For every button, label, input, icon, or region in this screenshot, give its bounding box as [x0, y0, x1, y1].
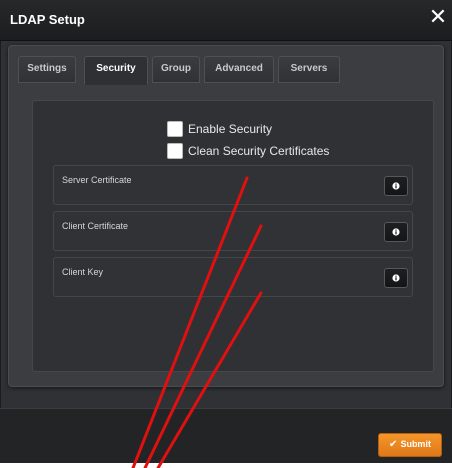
title-bar: LDAP Setup ✕	[0, 0, 452, 41]
tab-servers[interactable]: Servers	[278, 56, 340, 83]
client-certificate-label: Client Certificate	[62, 221, 129, 231]
client-key-label: Client Key	[62, 267, 104, 277]
client-certificate-field: Client Certificate	[53, 211, 413, 251]
ldap-setup-dialog: LDAP Setup ✕ Settings Security Group Adv…	[0, 0, 452, 463]
server-certificate-field: Server Certificate	[53, 165, 413, 205]
enable-security-label: Enable Security	[188, 122, 273, 136]
info-icon	[392, 274, 400, 282]
security-panel: Enable Security Clean Security Certifica…	[32, 100, 434, 372]
server-certificate-info-button[interactable]	[384, 176, 408, 196]
clean-certificates-checkbox[interactable]	[167, 143, 183, 159]
client-key-field: Client Key	[53, 257, 413, 297]
dialog-footer: ✔ Submit	[0, 408, 452, 463]
checkmark-icon: ✔	[389, 439, 398, 450]
client-key-info-button[interactable]	[384, 268, 408, 288]
tab-advanced[interactable]: Advanced	[204, 56, 274, 83]
info-icon	[392, 182, 400, 190]
enable-security-checkbox[interactable]	[167, 121, 183, 137]
clean-certificates-label: Clean Security Certificates	[188, 144, 330, 158]
dialog-title: LDAP Setup	[10, 12, 85, 27]
tab-settings[interactable]: Settings	[18, 56, 76, 83]
client-certificate-info-button[interactable]	[384, 222, 408, 242]
submit-label: Submit	[400, 439, 431, 449]
close-icon[interactable]: ✕	[428, 7, 448, 29]
info-icon	[392, 228, 400, 236]
server-certificate-label: Server Certificate	[62, 175, 132, 185]
tab-security[interactable]: Security	[84, 56, 148, 85]
submit-button[interactable]: ✔ Submit	[378, 433, 442, 457]
tab-group[interactable]: Group	[152, 56, 200, 83]
